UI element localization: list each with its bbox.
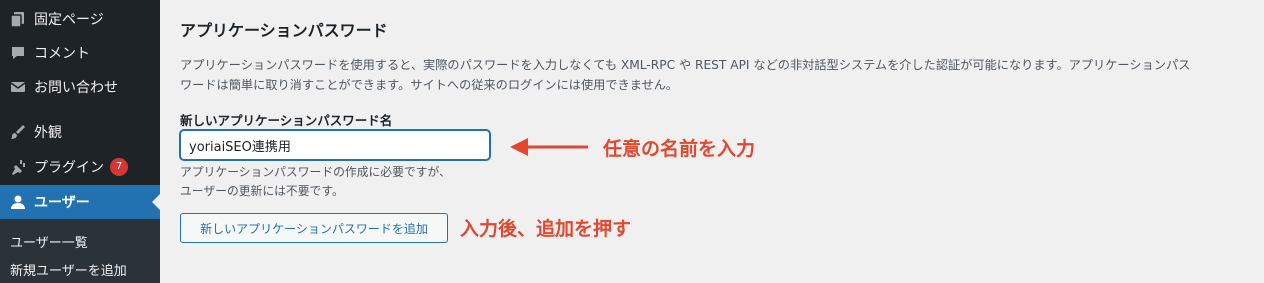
sidebar-item-label: お問い合わせ [34,80,118,96]
annotation-name-note: 任意の名前を入力 [603,138,756,160]
sidebar-item-label: ユーザー [34,195,90,211]
description-line: ワードは簡単に取り消すことができます。サイトへの従来のログインには使用できません… [180,78,679,92]
annotation-button-note: 入力後、追加を押す [460,218,632,240]
app-password-name-input[interactable] [180,130,490,160]
description-line: アプリケーションパスワードを使用すると、実際のパスワードを入力しなくても XML… [180,58,1191,72]
sidebar-item-label: 外観 [34,125,62,141]
sidebar-item-comments[interactable]: コメント [0,36,160,70]
sidebar-item-label: コメント [34,46,90,62]
sidebar-item-plugins[interactable]: プラグイン 7 [0,150,160,184]
sidebar-item-contact[interactable]: お問い合わせ [0,70,160,104]
submenu-item-add-new-user[interactable]: 新規ユーザーを追加 [10,260,127,279]
submenu-item-all-users[interactable]: ユーザー一覧 [10,232,88,251]
admin-sidebar: 固定ページ コメント お問い合わせ 外観 プラグイン 7 ユーザー ユーザー一覧… [0,0,160,283]
help-line: ユーザーの更新には不要です。 [180,184,344,198]
comment-icon [8,43,28,63]
sidebar-item-users[interactable]: ユーザー [0,185,160,219]
brush-icon [8,122,28,142]
sidebar-item-appearance[interactable]: 外観 [0,115,160,149]
sidebar-item-label: 固定ページ [34,12,104,28]
add-app-password-button[interactable]: 新しいアプリケーションパスワードを追加 [180,213,448,243]
sidebar-item-label: プラグイン [34,160,104,176]
section-title: アプリケーションパスワード [180,21,388,40]
plugin-icon [8,157,28,177]
update-count-badge: 7 [110,158,128,176]
help-line: アプリケーションパスワードの作成に必要ですが、 [180,165,451,179]
users-submenu: ユーザー一覧 新規ユーザーを追加 [0,219,160,283]
mail-icon [8,77,28,97]
active-indicator [152,194,160,210]
sidebar-item-pages[interactable]: 固定ページ [0,2,160,36]
section-description: アプリケーションパスワードを使用すると、実際のパスワードを入力しなくても XML… [180,55,1250,95]
pages-icon [8,9,28,29]
app-password-name-label: 新しいアプリケーションパスワード名 [180,113,393,128]
field-help-text: アプリケーションパスワードの作成に必要ですが、 ユーザーの更新には不要です。 [180,163,451,201]
annotation-arrow-icon [510,138,588,156]
user-icon [8,192,28,212]
